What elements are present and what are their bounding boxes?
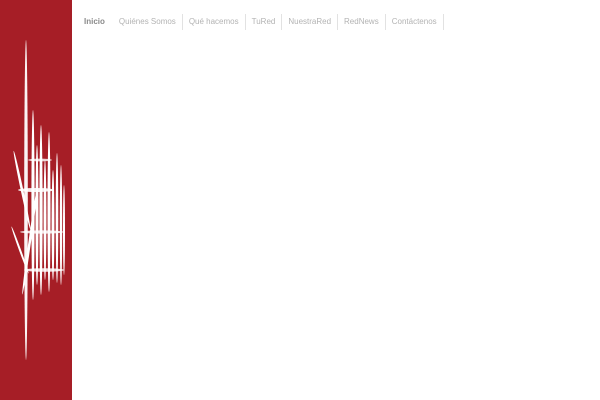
nav-item-inicio[interactable]: Inicio xyxy=(78,14,113,30)
nav-item-nuestrared[interactable]: NuestraRed xyxy=(282,14,339,30)
main-navigation: Inicio Quiénes Somos Qué hacemos TuRed Nuest… xyxy=(78,14,444,30)
nav-item-tured[interactable]: TuRed xyxy=(246,14,283,30)
nav-item-quienes-somos[interactable]: Quiénes Somos xyxy=(113,14,183,30)
nav-item-que-hacemos[interactable]: Qué hacemos xyxy=(183,14,246,30)
brand-logo-graphic xyxy=(11,40,65,360)
nav-item-contactenos[interactable]: Contáctenos xyxy=(386,14,444,30)
brand-side-panel xyxy=(0,0,72,400)
nav-item-rednews[interactable]: RedNews xyxy=(338,14,386,30)
